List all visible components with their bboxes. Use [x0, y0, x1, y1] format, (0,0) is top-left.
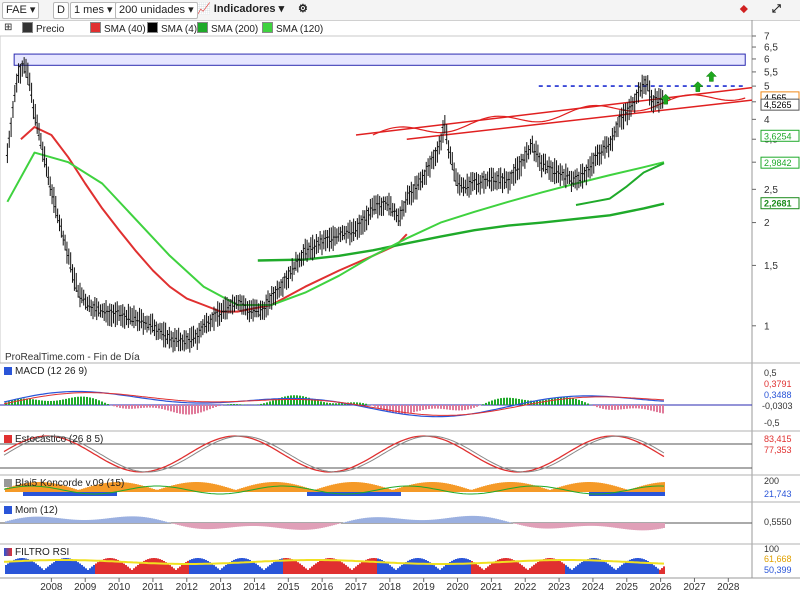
y-tick-label: 5,5 [764, 67, 778, 78]
channel-lower [406, 99, 753, 140]
y-tick-label: 2 [764, 218, 770, 229]
x-tick-label: 2015 [277, 582, 300, 593]
x-tick-label: 2028 [717, 582, 740, 593]
x-tick-label: 2010 [108, 582, 131, 593]
buy-arrow-icon [705, 71, 717, 82]
mom-value: 0,5550 [764, 517, 792, 527]
rsi-icon [4, 548, 12, 556]
x-tick-label: 2022 [514, 582, 537, 593]
y-tick-label: 6 [764, 54, 770, 65]
stoch-panel-label[interactable]: Estocástico (26 8 5) [4, 434, 103, 445]
rsi-value-1: 61,668 [764, 554, 792, 564]
price-tag-sma120: 2,9842 [764, 158, 792, 168]
y-tick-label: 6,5 [764, 43, 778, 54]
x-tick-label: 2017 [345, 582, 368, 593]
mom-icon [4, 506, 12, 514]
x-tick-label: 2012 [176, 582, 199, 593]
konc-icon [4, 479, 12, 487]
macd-tick: -0,5 [764, 418, 780, 428]
ma-line [20, 126, 408, 313]
price-tag-price: 4,5265 [764, 100, 792, 110]
price-tag-sma40: 3,6254 [764, 131, 792, 141]
mom-panel-label[interactable]: Mom (12) [4, 505, 58, 516]
x-tick-label: 2026 [649, 582, 672, 593]
konc-value: 21,743 [764, 489, 792, 499]
macd-value-2: 0,3488 [764, 390, 792, 400]
x-tick-label: 2023 [548, 582, 571, 593]
macd-value-1: 0,3791 [764, 379, 792, 389]
macd-value-3: -0,0303 [762, 401, 793, 411]
price-chart[interactable]: 76,565,554,543,532,521,51200820092010201… [0, 0, 800, 593]
y-tick-label: 5 [764, 82, 770, 93]
y-tick-label: 1,5 [764, 261, 778, 272]
rsi-panel-label[interactable]: FILTRO RSI [4, 547, 69, 558]
x-tick-label: 2027 [683, 582, 706, 593]
resistance-zone [13, 53, 746, 66]
x-tick-label: 2016 [311, 582, 334, 593]
x-tick-label: 2018 [379, 582, 402, 593]
macd-icon [4, 367, 12, 375]
macd-tick: 0,5 [764, 368, 777, 378]
x-tick-label: 2019 [413, 582, 436, 593]
y-tick-label: 4 [764, 115, 770, 126]
price-tag-sma200: 2,2681 [764, 199, 792, 209]
watermark: ProRealTime.com - Fin de Día [5, 352, 140, 363]
x-tick-label: 2025 [616, 582, 639, 593]
stoch-icon [4, 435, 12, 443]
x-tick-label: 2009 [74, 582, 97, 593]
x-tick-label: 2021 [480, 582, 503, 593]
y-tick-label: 2,5 [764, 185, 778, 196]
x-tick-label: 2011 [142, 582, 164, 593]
buy-arrow-icon [692, 81, 704, 92]
rsi-value-2: 50,399 [764, 565, 792, 575]
konc-panel-label[interactable]: Blai5 Koncorde v.09 (15) [4, 478, 124, 489]
cycle-wave [372, 94, 746, 136]
x-tick-label: 2024 [582, 582, 605, 593]
y-tick-label: 1 [764, 321, 770, 332]
x-tick-label: 2020 [446, 582, 469, 593]
x-tick-label: 2008 [40, 582, 63, 593]
y-tick-label: 7 [764, 32, 770, 43]
stoch-value-2: 77,353 [764, 445, 792, 455]
rsi-tick: 100 [764, 544, 779, 554]
x-tick-label: 2014 [243, 582, 266, 593]
konc-tick: 200 [764, 476, 779, 486]
macd-panel-label[interactable]: MACD (12 26 9) [4, 366, 87, 377]
x-tick-label: 2013 [209, 582, 232, 593]
stoch-value-1: 83,415 [764, 434, 792, 444]
